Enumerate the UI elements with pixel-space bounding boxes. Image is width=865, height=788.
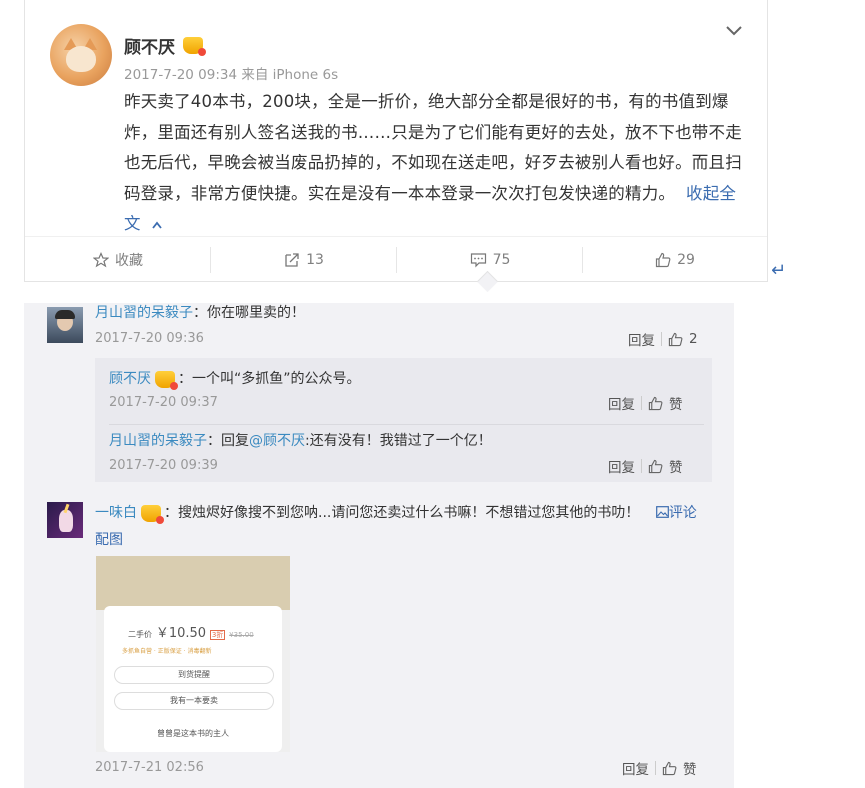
comment-date: 2017-7-20 09:37 xyxy=(109,395,218,410)
divider xyxy=(641,396,642,410)
comment-1: 月山習的呆毅子：你在哪里卖的！ xyxy=(95,302,305,322)
divider xyxy=(109,424,704,425)
like-label: 赞 xyxy=(669,397,683,413)
vip-badge-icon xyxy=(183,37,206,56)
reply-button[interactable]: 回复 xyxy=(608,456,635,476)
reply-button[interactable]: 回复 xyxy=(628,329,655,349)
post-action-bar: 收藏 13 75 29 xyxy=(25,236,767,283)
commenter-avatar[interactable] xyxy=(47,502,83,538)
owner-caption: 曾曾是这本书的主人 xyxy=(157,729,229,738)
reply-button[interactable]: 回复 xyxy=(608,393,635,413)
post-meta: 2017-7-20 09:34 来自 iPhone 6s xyxy=(124,67,339,83)
sell-book-button: 我有一本要卖 xyxy=(114,692,274,710)
comment-2: 一味白 ：搜烛烬好像搜不到您呐...请问您还卖过什么书嘛！不想错过您其他的书叻！ … xyxy=(95,500,707,554)
price-sheet: 二手价 ￥10.50 3折 ¥35.00 多抓鱼自营 · 正版保证 · 消毒翻新… xyxy=(104,606,282,752)
comment-icon xyxy=(470,253,486,268)
comment-username[interactable]: 月山習的呆毅子 xyxy=(109,433,207,449)
comment-username[interactable]: 月山習的呆毅子 xyxy=(95,305,193,321)
book-cover-banner xyxy=(96,556,290,610)
like-label: 赞 xyxy=(683,762,697,778)
thumb-up-icon[interactable] xyxy=(668,332,683,347)
comment-text: ：你在哪里卖的！ xyxy=(193,305,305,321)
tag-line: 多抓鱼自营 · 正版保证 · 消毒翻新 xyxy=(122,648,212,655)
arrival-reminder-button: 到货提醒 xyxy=(114,666,274,684)
reply-button[interactable]: 回复 xyxy=(622,758,649,778)
comment-username[interactable]: 顾不厌 xyxy=(109,371,151,387)
commenter-avatar[interactable] xyxy=(47,307,83,343)
comment-actions: 回复 赞 xyxy=(622,758,697,778)
chevron-down-icon[interactable] xyxy=(724,20,744,40)
divider xyxy=(641,459,642,473)
price-line: 二手价 ￥10.50 3折 ¥35.00 xyxy=(128,626,254,641)
return-arrow-icon: ↵ xyxy=(771,260,787,281)
like-count: 29 xyxy=(677,252,695,268)
comment-image[interactable]: 二手价 ￥10.50 3折 ¥35.00 多抓鱼自营 · 正版保证 · 消毒翻新… xyxy=(96,556,290,752)
comment-text: ：搜烛烬好像搜不到您呐...请问您还卖过什么书嘛！不想错过您其他的书叻！ xyxy=(164,505,640,521)
post-body: 昨天卖了40本书，200块，全是一折价，绝大部分全都是很好的书，有的书值到爆炸，… xyxy=(124,87,742,240)
star-icon xyxy=(93,252,109,268)
like-button[interactable]: 29 xyxy=(583,237,767,283)
comment-date: 2017-7-20 09:36 xyxy=(95,331,204,346)
comment-actions: 回复 2 xyxy=(628,329,698,349)
comment-text: :还有没有！我错过了一个亿！ xyxy=(305,433,492,449)
comment-count: 75 xyxy=(492,252,511,268)
subreply-2: 月山習的呆毅子：回复@顾不厌:还有没有！我错过了一个亿！ xyxy=(109,433,492,449)
like-label: 赞 xyxy=(669,460,683,476)
image-icon xyxy=(655,506,669,518)
chevron-up-icon xyxy=(152,221,162,229)
thumb-up-icon[interactable] xyxy=(648,459,663,474)
share-icon xyxy=(285,253,299,267)
comment-date: 2017-7-20 09:39 xyxy=(109,458,218,473)
divider xyxy=(661,332,662,346)
thumb-up-icon[interactable] xyxy=(662,761,677,776)
comment-actions: 回复 赞 xyxy=(608,393,683,413)
comment-date: 2017-7-21 02:56 xyxy=(95,760,204,775)
mention-link[interactable]: @顾不厌 xyxy=(249,433,305,449)
vip-badge-icon xyxy=(155,370,178,390)
like-count: 2 xyxy=(689,331,698,347)
thumb-up-icon xyxy=(655,252,671,268)
thumb-up-icon[interactable] xyxy=(648,396,663,411)
subreply-1: 顾不厌 ：一个叫“多抓鱼”的公众号。 xyxy=(109,368,361,390)
repost-count: 13 xyxy=(306,252,324,268)
vip-badge-icon xyxy=(141,504,164,524)
author-name[interactable]: 顾不厌 xyxy=(124,33,175,58)
comment-text: ：一个叫“多抓鱼”的公众号。 xyxy=(178,371,361,387)
post-text: 昨天卖了40本书，200块，全是一折价，绝大部分全都是很好的书，有的书值到爆炸，… xyxy=(124,92,742,203)
favorite-label: 收藏 xyxy=(115,253,143,269)
repost-button[interactable]: 13 xyxy=(211,237,397,283)
author-avatar[interactable] xyxy=(50,24,112,86)
comment-username[interactable]: 一味白 xyxy=(95,505,137,521)
comment-actions: 回复 赞 xyxy=(608,456,683,476)
divider xyxy=(655,761,656,775)
favorite-button[interactable]: 收藏 xyxy=(25,237,211,283)
